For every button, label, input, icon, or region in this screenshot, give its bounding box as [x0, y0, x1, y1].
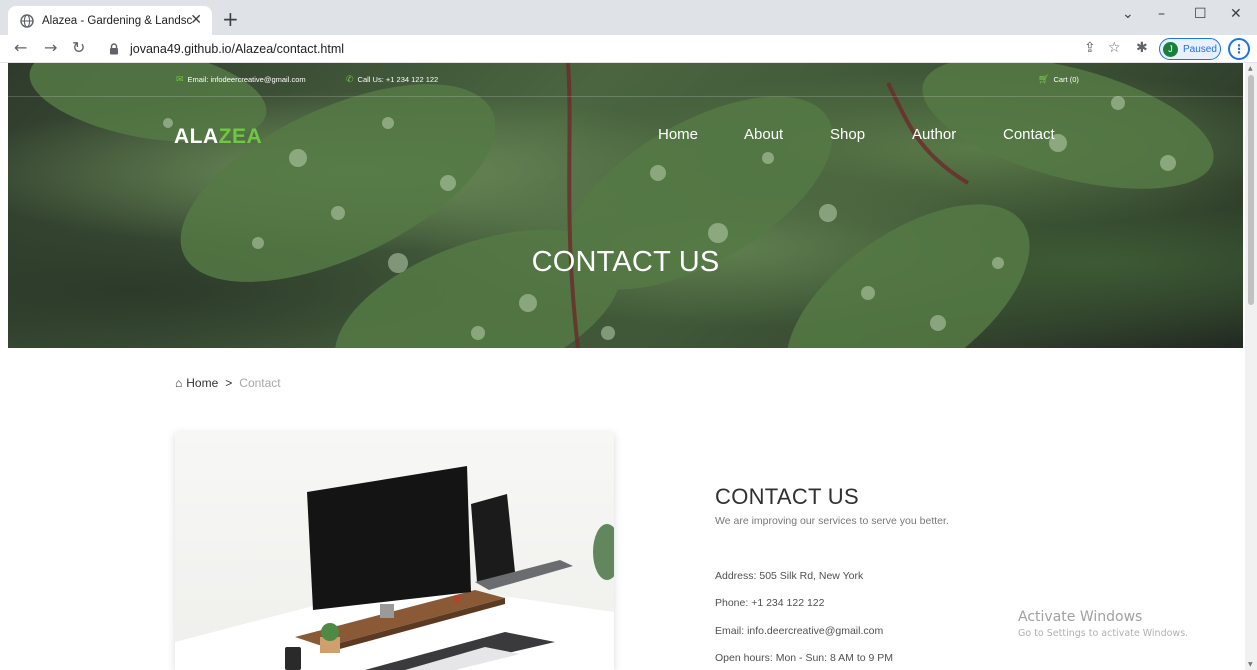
plus-icon[interactable]: + [222, 7, 239, 31]
topbar-email-text: Email: infodeercreative@gmail.com [187, 75, 306, 84]
scroll-down-icon[interactable]: ▼ [1248, 661, 1253, 668]
topbar-cart[interactable]: 🛒︎ Cart (0) [1038, 74, 1079, 85]
leaves-background-image [29, 63, 1214, 348]
nav-home[interactable]: Home [658, 126, 698, 143]
profile-button[interactable]: J Paused [1159, 38, 1221, 60]
logo-text-part1: ALA [174, 125, 219, 148]
scrollbar-thumb[interactable] [1248, 75, 1254, 305]
browser-tab[interactable]: Alazea - Gardening & Landscapi ✕ [8, 6, 212, 35]
site-logo[interactable]: ALAZEA [174, 125, 262, 149]
nav-shop[interactable]: Shop [830, 126, 865, 143]
breadcrumb-separator: > [225, 376, 233, 390]
nav-author[interactable]: Author [912, 126, 956, 143]
contact-subtitle: We are improving our services to serve y… [715, 515, 949, 527]
breadcrumb: ⌂ Home > Contact [175, 376, 281, 390]
top-info-bar: ✉ Email: infodeercreative@gmail.com ✆ Ca… [8, 63, 1243, 97]
page-scrollbar[interactable]: ▲ ▼ [1245, 63, 1257, 670]
breadcrumb-home[interactable]: Home [186, 376, 218, 390]
topbar-cart-text: Cart (0) [1053, 75, 1079, 84]
tab-search-icon[interactable]: ⌄ [1122, 6, 1134, 22]
contact-email: Email: info.deercreative@gmail.com [715, 625, 884, 637]
forward-icon[interactable]: → [44, 38, 57, 57]
browser-tabstrip: Alazea - Gardening & Landscapi ✕ + ⌄ – ☐… [0, 0, 1257, 35]
browser-toolbar: ← → ↻ jovana49.github.io/Alazea/contact.… [0, 35, 1257, 63]
desk-setup-image [175, 466, 614, 670]
page-title: CONTACT US [531, 246, 720, 278]
watermark-line1: Activate Windows [1018, 609, 1143, 625]
contact-phone: Phone: +1 234 122 122 [715, 597, 825, 609]
url-text: jovana49.github.io/Alazea/contact.html [130, 42, 345, 56]
topbar-email[interactable]: ✉ Email: infodeercreative@gmail.com [176, 74, 306, 85]
nav-contact[interactable]: Contact [1003, 126, 1055, 143]
profile-status: Paused [1183, 43, 1217, 55]
phone-icon: ✆ [346, 74, 354, 84]
reload-icon[interactable]: ↻ [72, 38, 85, 57]
topbar-phone[interactable]: ✆ Call Us: +1 234 122 122 [346, 74, 438, 85]
watermark-line2: Go to Settings to activate Windows. [1018, 628, 1189, 639]
nav-about[interactable]: About [744, 126, 783, 143]
address-bar[interactable]: jovana49.github.io/Alazea/contact.html [100, 37, 1128, 61]
globe-icon [20, 13, 34, 28]
minimize-icon[interactable]: – [1158, 6, 1165, 22]
close-window-icon[interactable]: ✕ [1230, 6, 1242, 22]
maximize-icon[interactable]: ☐ [1194, 6, 1207, 22]
topbar-phone-text: Call Us: +1 234 122 122 [357, 75, 439, 84]
extensions-icon[interactable]: ✱ [1136, 40, 1148, 56]
contact-info: CONTACT US We are improving our services… [715, 484, 949, 664]
close-icon[interactable]: ✕ [190, 12, 202, 28]
kebab-menu-icon[interactable]: ⋮ [1228, 38, 1250, 60]
avatar: J [1163, 41, 1178, 57]
hero-banner: ✉ Email: infodeercreative@gmail.com ✆ Ca… [8, 63, 1243, 348]
star-icon[interactable]: ☆ [1108, 40, 1121, 56]
contact-address: Address: 505 Silk Rd, New York [715, 570, 864, 582]
contact-photo [175, 432, 614, 670]
breadcrumb-current: Contact [239, 376, 281, 390]
tab-title: Alazea - Gardening & Landscapi [42, 14, 192, 27]
contact-hours: Open hours: Mon - Sun: 8 AM to 9 PM [715, 652, 894, 664]
scroll-up-icon[interactable]: ▲ [1248, 65, 1253, 72]
back-icon[interactable]: ← [14, 38, 27, 57]
share-icon[interactable]: ⇪ [1084, 40, 1096, 56]
lock-icon [110, 43, 118, 55]
envelope-icon: ✉ [176, 74, 184, 84]
contact-heading: CONTACT US [715, 484, 859, 509]
activate-windows-watermark: Activate Windows Go to Settings to activ… [1018, 609, 1188, 639]
cart-icon: 🛒︎ [1038, 74, 1050, 84]
house-icon: ⌂ [175, 376, 183, 390]
logo-text-part2: ZEA [218, 125, 263, 148]
